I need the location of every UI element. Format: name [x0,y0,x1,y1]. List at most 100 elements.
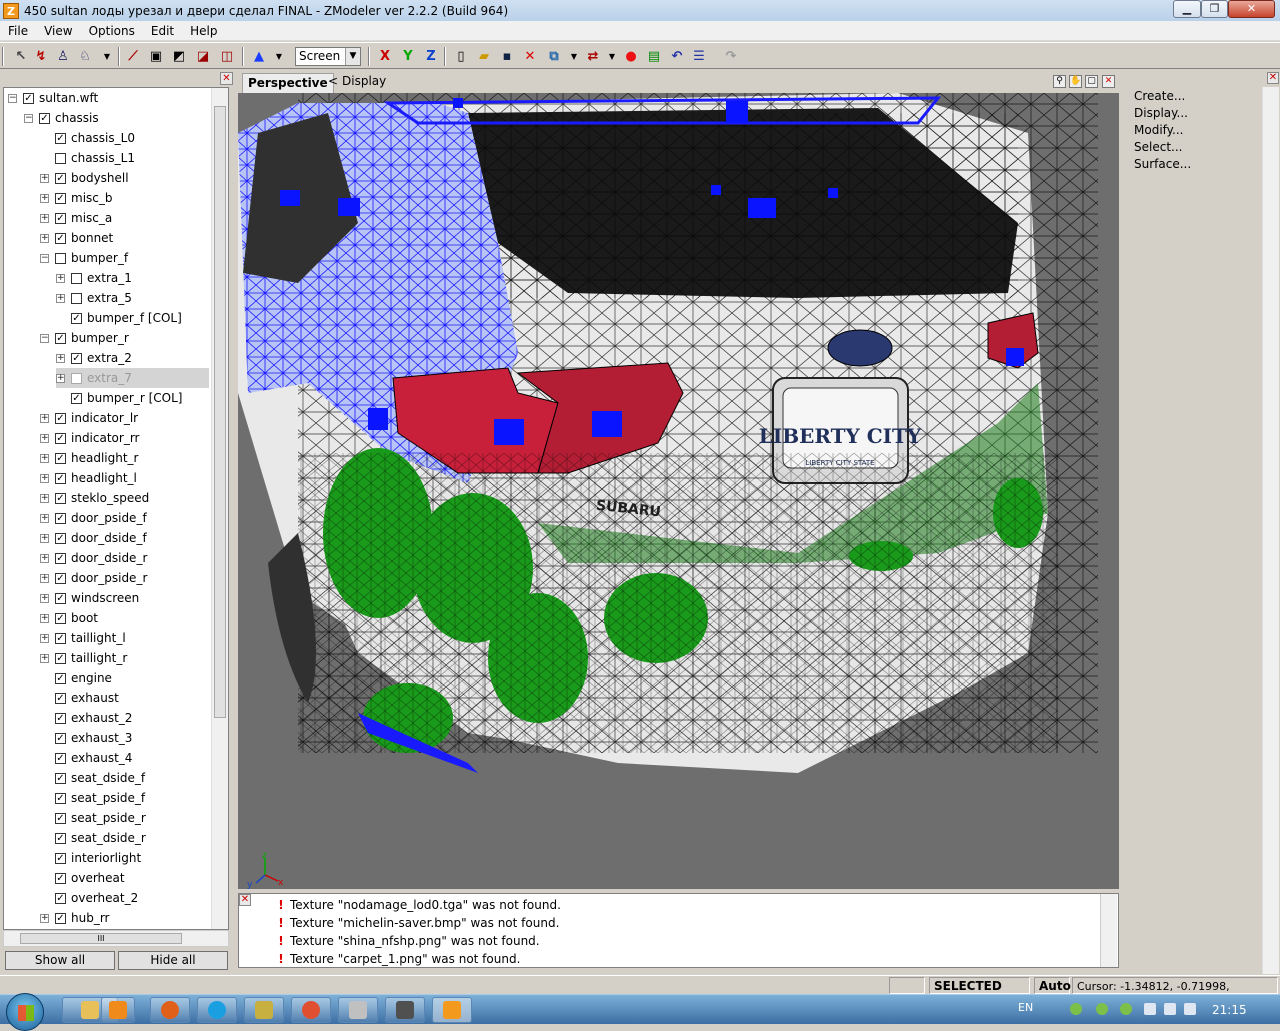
expand-icon[interactable]: + [56,353,65,363]
visibility-checkbox[interactable]: ✓ [55,512,66,524]
tree-item[interactable]: ✓ exhaust_3 [40,728,209,748]
link-icon[interactable]: ⇄ [584,47,602,65]
tray-icon[interactable] [1120,1003,1132,1015]
expand-icon[interactable]: + [40,593,49,603]
expand-icon[interactable]: + [40,413,49,423]
tree-item[interactable]: + extra_1 [56,268,209,288]
tree-item[interactable]: ✓ chassis_L0 [40,128,209,148]
3d-viewport[interactable]: LIBERTY CITY LIBERTY CITY STATE SUBARU z… [238,93,1119,889]
export-icon[interactable]: ▤ [645,47,663,65]
tree-item[interactable]: ✓ interiorlight [40,848,209,868]
expand-icon[interactable]: + [40,233,49,243]
visibility-checkbox[interactable]: ✓ [55,592,66,604]
visibility-checkbox[interactable]: ✓ [55,572,66,584]
visibility-checkbox[interactable]: ✓ [23,92,34,104]
axis-x-button[interactable]: X [376,47,394,65]
pan-hand-icon[interactable]: ✋ [1069,75,1082,88]
visibility-checkbox[interactable]: ✓ [55,232,66,244]
tree-item[interactable]: + ✓ headlight_r [40,448,209,468]
tree-item[interactable]: + ✓ taillight_r [40,648,209,668]
pick-icon[interactable]: ↯ [32,47,50,65]
cube-vertex-icon[interactable]: ◪ [194,47,212,65]
expand-icon[interactable]: + [40,573,49,583]
tree-item[interactable]: ✓ seat_pside_f [40,788,209,808]
tree-item[interactable]: + ✓ boot [40,608,209,628]
status-mode[interactable]: SELECTED MODE [929,977,1030,1010]
visibility-checkbox[interactable]: ✓ [55,172,66,184]
redo-icon[interactable]: ↷ [722,47,740,65]
expand-icon[interactable]: + [56,273,65,283]
tree-item[interactable]: + ✓ bodyshell [40,168,209,188]
close-icon[interactable]: ✕ [1102,75,1115,88]
visibility-checkbox[interactable]: ✓ [55,132,66,144]
dropdown-arrow-icon[interactable]: ▼ [270,47,288,65]
taskbar-app-button[interactable] [385,997,425,1023]
maximize-button[interactable]: ❐ [1201,0,1228,18]
expand-icon[interactable]: + [40,173,49,183]
expand-icon[interactable]: + [56,293,65,303]
tree-item[interactable]: ✓ overheat [40,868,209,888]
status-auto[interactable]: Auto [1034,977,1071,994]
properties-icon[interactable]: ☰ [690,47,708,65]
expand-icon[interactable]: + [40,553,49,563]
tree-item[interactable]: ✓ exhaust_2 [40,708,209,728]
visibility-checkbox[interactable]: ✓ [55,812,66,824]
horizontal-scrollbar[interactable]: III [3,930,229,947]
visibility-checkbox[interactable]: ✓ [55,432,66,444]
tree-item[interactable]: − ✓ chassis [24,108,209,128]
command-modify[interactable]: Modify... [1134,123,1184,137]
collapse-icon[interactable]: − [24,113,33,123]
hide-all-button[interactable]: Hide all [118,951,228,970]
walk-alt-icon[interactable]: ♘ [76,47,94,65]
tree-item[interactable]: + ✓ hub_rr [40,908,209,928]
dropdown-arrow-icon[interactable]: ▼ [603,47,621,65]
tab-perspective[interactable]: Perspective [242,73,334,93]
visibility-checkbox[interactable]: ✓ [55,852,66,864]
tree-item[interactable]: ✓ bumper_f [COL] [56,308,209,328]
menu-edit[interactable]: Edit [143,24,182,38]
visibility-checkbox[interactable]: ✓ [55,412,66,424]
tree-item[interactable]: + ✓ misc_a [40,208,209,228]
display-collapse-arrow[interactable]: < [328,74,338,88]
close-icon[interactable]: ✕ [220,72,233,85]
vertical-scrollbar[interactable] [1100,894,1117,967]
expand-icon[interactable]: + [40,533,49,543]
zoom-icon[interactable]: ⚲ [1053,75,1066,88]
visibility-checkbox[interactable]: ✓ [55,692,66,704]
object-tree[interactable]: − ✓ sultan.wft − ✓ chassis ✓ chassis_L0 chassis_… [3,87,229,930]
tree-item[interactable]: − ✓ sultan.wft [8,88,209,108]
tree-item[interactable]: + ✓ misc_b [40,188,209,208]
scroll-thumb[interactable]: III [20,933,182,944]
visibility-checkbox[interactable] [71,292,82,304]
tree-item[interactable]: ✓ seat_dside_r [40,828,209,848]
minimize-button[interactable]: ▁ [1173,0,1201,18]
visibility-checkbox[interactable]: ✓ [55,772,66,784]
axis-y-button[interactable]: Y [399,47,417,65]
visibility-checkbox[interactable]: ✓ [71,392,82,404]
chevron-down-icon[interactable]: ▼ [345,48,360,65]
visibility-checkbox[interactable]: ✓ [55,192,66,204]
expand-icon[interactable]: + [40,493,49,503]
visibility-checkbox[interactable]: ✓ [55,912,66,924]
command-display[interactable]: Display... [1134,106,1188,120]
language-indicator[interactable]: EN [1018,1001,1033,1014]
visibility-checkbox[interactable]: ✓ [55,612,66,624]
tree-item[interactable]: + ✓ door_pside_r [40,568,209,588]
save-icon[interactable]: ▪ [498,47,516,65]
axis-z-button[interactable]: Z [422,47,440,65]
vertical-scrollbar[interactable] [1262,87,1279,974]
tree-item[interactable]: ✓ exhaust_4 [40,748,209,768]
tray-icon[interactable] [1070,1003,1082,1015]
visibility-checkbox[interactable]: ✓ [55,492,66,504]
visibility-checkbox[interactable] [55,152,66,164]
cube-faces-icon[interactable]: ◩ [170,47,188,65]
visibility-checkbox[interactable]: ✓ [71,312,82,324]
tree-item[interactable]: − ✓ bumper_r [40,328,209,348]
cube-edge-icon[interactable]: ◫ [218,47,236,65]
dropdown-arrow-icon[interactable]: ▼ [565,47,583,65]
expand-icon[interactable]: + [40,453,49,463]
clock[interactable]: 21:15 [1212,1003,1247,1017]
cube-icon[interactable]: ▣ [147,47,165,65]
tree-item[interactable]: + ✓ headlight_l [40,468,209,488]
tree-item[interactable]: + ✓ steklo_speed [40,488,209,508]
